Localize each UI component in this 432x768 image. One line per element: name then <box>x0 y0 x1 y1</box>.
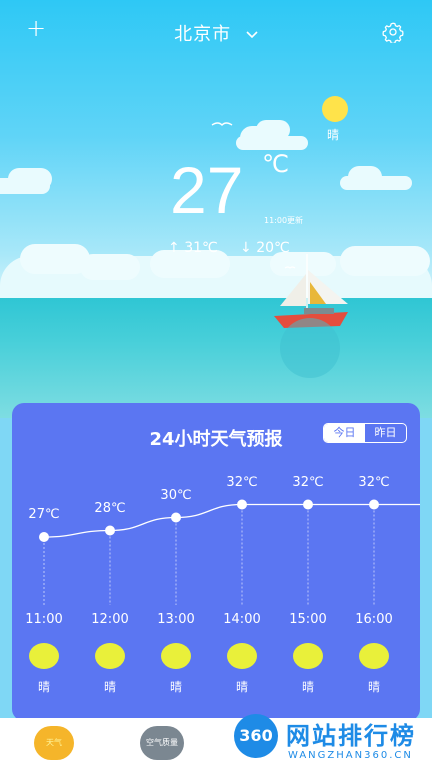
sun-icon <box>161 643 191 669</box>
hourly-forecast-card: 24小时天气预报 今日 昨日 27℃ 11:00 晴 28℃ 12:00 晴 30℃ 13:0… <box>12 403 420 721</box>
tab-air-quality-label: 空气质量 <box>146 738 178 747</box>
tab-air-quality[interactable]: 空气质量 <box>140 726 184 760</box>
gear-icon <box>382 22 404 45</box>
sailboat-illustration <box>274 254 348 378</box>
sun-icon <box>227 643 257 669</box>
temperature-point <box>237 499 247 510</box>
high-temperature: ↑ 31℃ <box>168 240 218 256</box>
temperature-point <box>39 532 49 542</box>
hour-time: 14:00 <box>223 612 261 627</box>
sun-icon <box>293 643 323 669</box>
current-condition: 晴 <box>327 128 340 142</box>
hour-condition: 晴 <box>367 680 380 694</box>
watermark-url: WANGZHAN360.CN <box>288 750 413 761</box>
temperature-point <box>105 525 115 536</box>
hour-condition: 晴 <box>301 680 314 694</box>
chevron-down-icon <box>246 31 258 39</box>
hour-temperature: 27℃ <box>28 507 60 522</box>
low-temperature: ↓ 20℃ <box>240 240 290 256</box>
tab-weather[interactable]: 天气 <box>34 726 74 760</box>
current-temperature: 27 <box>170 153 244 227</box>
arrow-down-icon: ↓ <box>240 240 257 256</box>
sun-icon <box>322 96 348 122</box>
watermark: 360 网站排行榜 WANGZHAN360.CN <box>228 712 432 768</box>
hour-temperature: 32℃ <box>292 474 324 490</box>
update-time: 11:00更新 <box>264 216 304 225</box>
sun-icon <box>29 643 59 669</box>
hour-condition: 晴 <box>235 680 248 694</box>
hour-time: 15:00 <box>289 612 327 627</box>
hour-condition: 晴 <box>37 680 50 694</box>
hour-temperature: 32℃ <box>358 474 390 490</box>
sea-background <box>0 298 432 418</box>
watermark-badge: 360 <box>234 714 278 758</box>
hour-temperature: 32℃ <box>226 474 258 490</box>
sun-icon <box>95 643 125 669</box>
hour-time: 11:00 <box>25 612 63 627</box>
sun-icon <box>359 643 389 669</box>
city-selector[interactable]: 北京市 <box>0 20 432 46</box>
hour-time: 16:00 <box>355 612 393 627</box>
temperature-point <box>171 512 181 523</box>
temperature-point <box>369 499 379 510</box>
tab-weather-label: 天气 <box>46 738 62 747</box>
hour-temperature: 30℃ <box>160 487 192 503</box>
temperature-unit: ℃ <box>262 150 289 178</box>
hour-time: 12:00 <box>91 612 129 627</box>
settings-button[interactable] <box>382 21 404 47</box>
city-name: 北京市 <box>174 24 232 45</box>
hour-time: 13:00 <box>157 612 195 627</box>
hour-condition: 晴 <box>169 680 182 694</box>
temperature-trend-chart <box>39 499 420 605</box>
temperature-point <box>303 499 313 510</box>
hour-temperature: 28℃ <box>94 500 126 516</box>
arrow-up-icon: ↑ <box>168 240 185 256</box>
watermark-title: 网站排行榜 <box>286 722 416 750</box>
hour-condition: 晴 <box>103 680 116 694</box>
